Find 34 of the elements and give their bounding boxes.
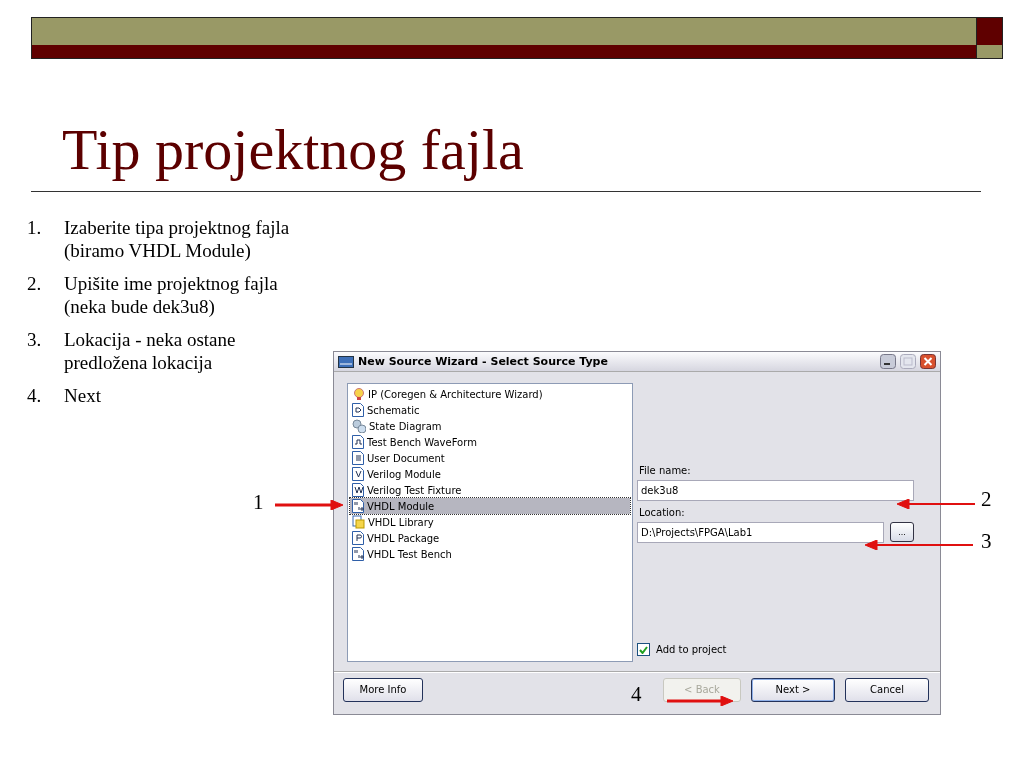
callout-number: 3 xyxy=(981,530,992,552)
step-number: 4. xyxy=(27,384,43,407)
browse-button[interactable]: ... xyxy=(890,522,914,542)
cancel-button[interactable]: Cancel xyxy=(845,677,929,702)
source-type-item[interactable]: VHDL Test Bench xyxy=(350,546,630,562)
step-text: Next xyxy=(64,384,101,407)
step-number: 3. xyxy=(27,328,43,352)
source-type-item[interactable]: VHDL Module xyxy=(350,498,630,514)
file-name-field[interactable]: dek3u8 xyxy=(637,480,914,501)
slide-title: Tip projektnog fajla xyxy=(62,116,525,184)
source-type-item[interactable]: Verilog Module xyxy=(350,466,630,482)
checkbox-label: Add to project xyxy=(656,644,727,655)
field-label: File name: xyxy=(639,465,692,476)
step-text: Lokacija - neka ostane predložena lokacija xyxy=(64,328,236,374)
step-number: 1. xyxy=(27,216,43,240)
source-type-item[interactable]: State Diagram xyxy=(350,418,630,434)
field-label: Location: xyxy=(639,507,686,518)
source-type-item[interactable]: IP (Coregen & Architecture Wizard) xyxy=(350,386,630,402)
callout-number: 1 xyxy=(253,491,264,513)
source-type-item[interactable]: Test Bench WaveForm xyxy=(350,434,630,450)
step-number: 2. xyxy=(27,272,43,296)
step-text: Upišite ime projektnog fajla (neka bude dek3u8) xyxy=(64,272,278,318)
more-info-button[interactable]: More Info xyxy=(343,677,423,702)
location-field[interactable]: D:\Projects\FPGA\Lab1 xyxy=(637,522,884,543)
source-type-item[interactable]: Schematic xyxy=(350,402,630,418)
next-button[interactable]: Next > xyxy=(751,677,835,702)
source-type-item[interactable]: VHDL Library xyxy=(350,514,630,530)
source-type-item[interactable]: User Document xyxy=(350,450,630,466)
source-type-item[interactable]: VHDL Package xyxy=(350,530,630,546)
callout-number: 4 xyxy=(631,683,642,705)
step-text: Izaberite tipa projektnog fajla (biramo VHDL Module) xyxy=(64,216,290,262)
callout-number: 2 xyxy=(981,488,992,510)
source-type-item[interactable]: Verilog Test Fixture xyxy=(350,482,630,498)
window-title: New Source Wizard - Select Source Type xyxy=(358,355,609,368)
